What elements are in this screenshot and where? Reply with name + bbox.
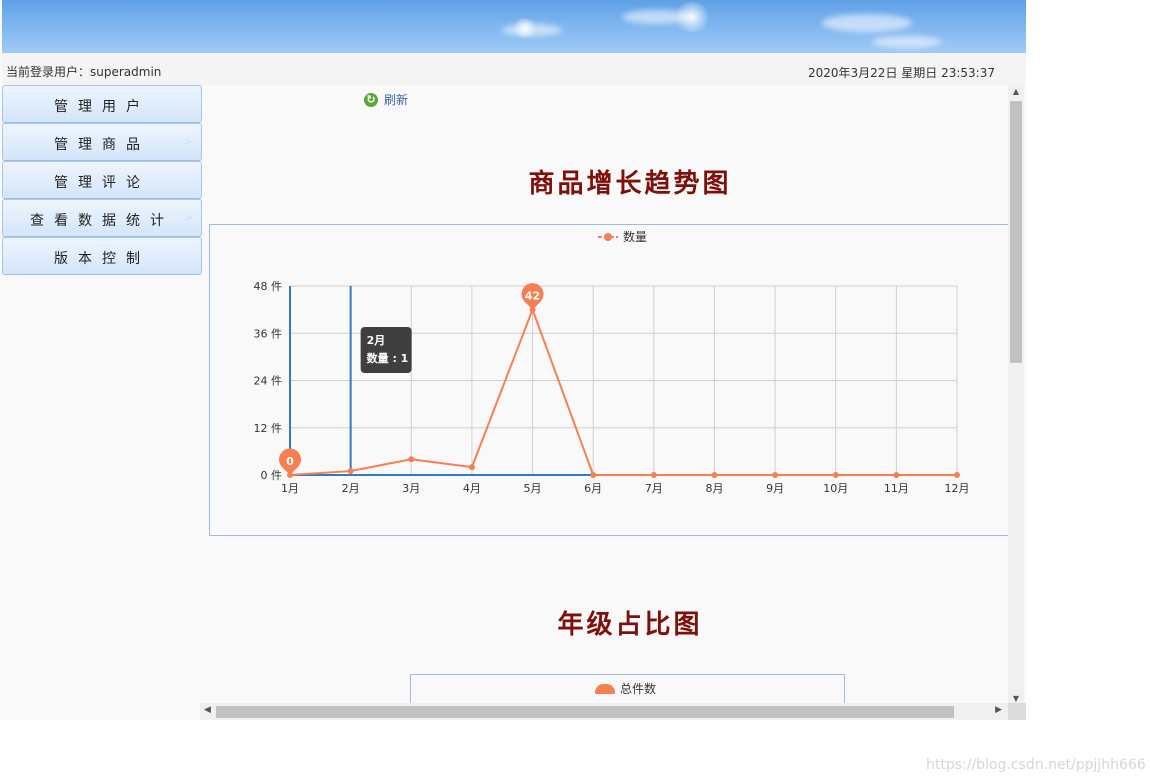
menu-item-label: 版本控制 <box>54 251 150 267</box>
mark-pin-label: 0 <box>286 455 294 468</box>
x-tick-label: 12月 <box>945 482 970 495</box>
x-tick-label: 7月 <box>645 482 663 495</box>
data-point <box>954 472 960 478</box>
menu-item-manage-comments[interactable]: 管理评论 <box>2 161 202 199</box>
horizontal-scrollbar[interactable]: ◀ ▶ <box>200 703 1008 720</box>
menu-item-label: 管理评论 <box>54 175 150 191</box>
header-banner <box>2 0 1026 53</box>
chevron-right-icon: > <box>183 135 193 148</box>
watermark: https://blog.csdn.net/ppjjhh666 <box>926 757 1146 773</box>
y-tick-label: 0 件 <box>261 469 283 482</box>
legend-label: 数量 <box>623 229 647 244</box>
vertical-scroll-thumb[interactable] <box>1010 101 1022 363</box>
x-tick-label: 1月 <box>281 482 299 495</box>
pie-legend[interactable]: 总件数 <box>595 680 656 697</box>
main-content: ↻ 刷新 商品增长趋势图 数量 0 件 12 件 24 件 36 件 48 件 1月 2月 3月… <box>202 85 1008 705</box>
refresh-label: 刷新 <box>384 93 409 107</box>
x-tick-label: 9月 <box>766 482 784 495</box>
x-tick-label: 2月 <box>342 482 360 495</box>
scroll-up-icon[interactable]: ▲ <box>1008 87 1024 96</box>
menu-item-label: 查看数据统计 <box>30 213 174 229</box>
menu-item-manage-products[interactable]: 管理商品 > <box>2 123 202 161</box>
fan-icon <box>595 683 615 694</box>
data-point <box>590 472 597 478</box>
refresh-button[interactable]: ↻ 刷新 <box>364 91 408 108</box>
data-point <box>772 472 779 478</box>
sidebar-menu: 管理用户 管理商品 > 管理评论 查看数据统计 > 版本控制 <box>2 85 202 275</box>
horizontal-scroll-thumb[interactable] <box>216 706 954 718</box>
x-tick-label: 11月 <box>884 482 909 495</box>
user-bar: 当前登录用户：superadmin 2020年3月22日 星期日 23:53:3… <box>2 53 1026 85</box>
menu-item-label: 管理用户 <box>54 99 150 115</box>
refresh-icon: ↻ <box>364 92 378 107</box>
x-tick-label: 3月 <box>402 482 420 495</box>
menu-item-statistics[interactable]: 查看数据统计 > <box>2 199 202 237</box>
data-point <box>650 472 657 478</box>
data-point <box>832 472 839 478</box>
vertical-scrollbar[interactable]: ▲ ▼ <box>1008 85 1024 705</box>
current-user-label: 当前登录用户：superadmin <box>6 65 162 79</box>
growth-chart-container: 数量 0 件 12 件 24 件 36 件 48 件 1月 2月 3月 4月 5月 6月 7月 8月 9月 1… <box>209 224 1008 536</box>
y-tick-label: 24 件 <box>254 375 283 388</box>
data-point <box>347 468 354 475</box>
menu-item-version-control[interactable]: 版本控制 <box>2 237 202 275</box>
y-tick-label: 48 件 <box>254 280 283 293</box>
grade-pie-chart-container: 总件数 <box>410 674 845 705</box>
data-point <box>711 472 718 478</box>
x-tick-label: 6月 <box>584 482 602 495</box>
data-point <box>408 456 415 463</box>
scrollbar-corner <box>1008 703 1026 720</box>
x-tick-label: 4月 <box>463 482 481 495</box>
grade-chart-title: 年级占比图 <box>557 610 703 640</box>
x-tick-label: 5月 <box>524 482 542 495</box>
tooltip-title: 2月 <box>367 334 386 347</box>
scroll-left-icon[interactable]: ◀ <box>204 705 211 715</box>
scroll-down-icon[interactable]: ▼ <box>1008 694 1024 703</box>
y-tick-label: 12 件 <box>254 422 283 435</box>
data-point <box>468 464 475 471</box>
menu-item-manage-users[interactable]: 管理用户 <box>2 85 202 123</box>
data-point <box>893 472 900 478</box>
menu-item-label: 管理商品 <box>54 137 150 153</box>
tooltip-value: 数量 : 1 <box>367 351 409 365</box>
mark-pin-label: 42 <box>525 290 540 303</box>
pie-legend-label: 总件数 <box>620 682 657 696</box>
legend-marker <box>604 233 612 241</box>
scroll-right-icon[interactable]: ▶ <box>995 705 1002 715</box>
x-tick-label: 10月 <box>823 482 848 495</box>
app-window: 当前登录用户：superadmin 2020年3月22日 星期日 23:53:3… <box>0 0 1026 720</box>
growth-chart-title: 商品增长趋势图 <box>528 169 732 199</box>
x-tick-label: 8月 <box>705 482 723 495</box>
growth-line-chart: 数量 0 件 12 件 24 件 36 件 48 件 1月 2月 3月 4月 5月 6月 7月 8月 9月 1… <box>254 229 970 495</box>
chevron-right-icon: > <box>183 211 193 224</box>
y-tick-label: 36 件 <box>254 327 283 340</box>
datetime-display: 2020年3月22日 星期日 23:53:37 <box>808 66 995 80</box>
